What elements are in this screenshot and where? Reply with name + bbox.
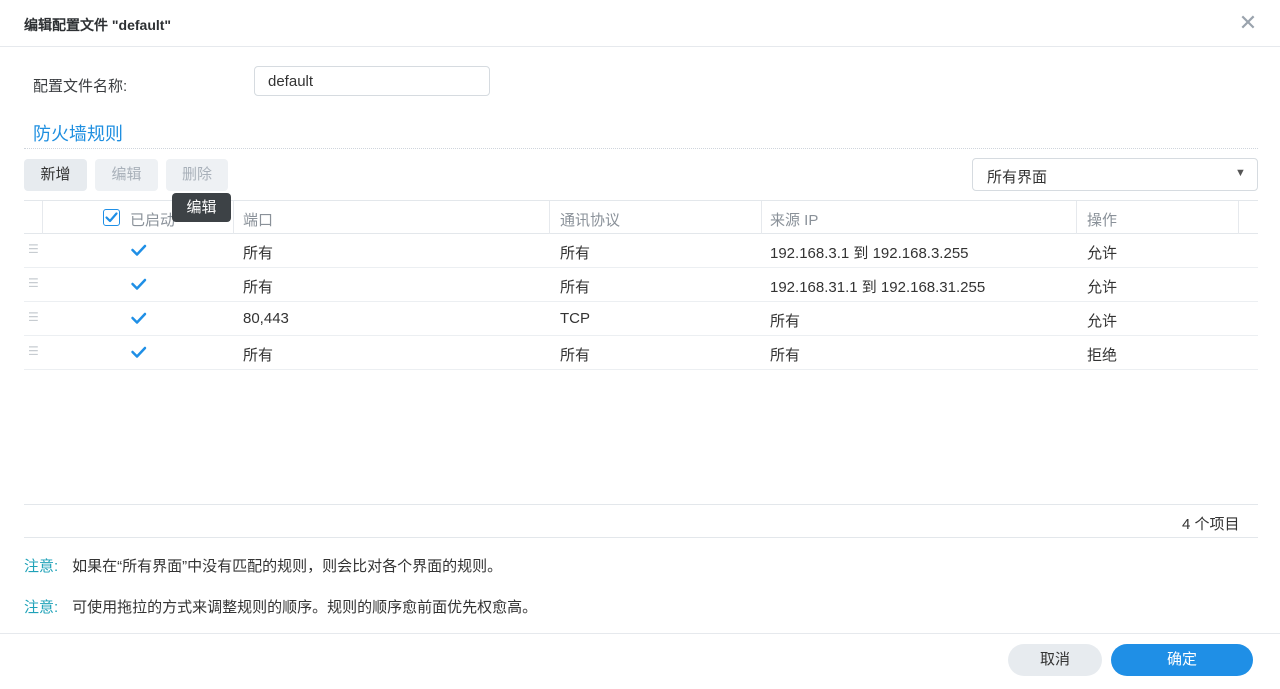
ok-button[interactable]: 确定 xyxy=(1111,644,1253,676)
header-enabled[interactable]: 已启动 xyxy=(130,209,175,230)
header-action[interactable]: 操作 xyxy=(1087,209,1117,230)
add-button[interactable]: 新增 xyxy=(24,159,87,191)
cell-port: 80,443 xyxy=(243,310,289,327)
item-count: 4 个项目 xyxy=(1182,516,1240,533)
cell-port: 所有 xyxy=(243,279,274,296)
drag-handle-icon[interactable]: ☰ xyxy=(28,242,39,256)
table-row[interactable]: ☰ 所有 所有 所有 拒绝 xyxy=(24,336,1258,370)
table-row[interactable]: ☰ 80,443 TCP 所有 允许 xyxy=(24,302,1258,336)
drag-handle-icon[interactable]: ☰ xyxy=(28,310,39,324)
check-icon xyxy=(131,244,147,256)
note-text: 如果在“所有界面”中没有匹配的规则，则会比对各个界面的规则。 xyxy=(72,558,503,575)
cell-source-ip: 192.168.3.1 到 192.168.3.255 xyxy=(770,245,969,262)
section-title: 防火墙规则 xyxy=(33,124,123,144)
cell-protocol: TCP xyxy=(560,310,590,327)
caret-down-icon: ▼ xyxy=(1235,167,1246,179)
check-icon xyxy=(131,312,147,324)
column-separator xyxy=(42,201,43,234)
cell-action: 允许 xyxy=(1087,313,1118,330)
column-separator xyxy=(549,201,550,234)
check-icon xyxy=(105,212,118,223)
table-row[interactable]: ☰ 所有 所有 192.168.31.1 到 192.168.31.255 允许 xyxy=(24,268,1258,302)
drag-handle-icon[interactable]: ☰ xyxy=(28,276,39,290)
drag-handle-icon[interactable]: ☰ xyxy=(28,344,39,358)
cancel-button[interactable]: 取消 xyxy=(1008,644,1102,676)
interface-select[interactable]: 所有界面 ▼ xyxy=(972,158,1258,191)
row-enabled-checkbox[interactable] xyxy=(130,310,147,327)
cell-protocol: 所有 xyxy=(560,347,591,364)
header-protocol[interactable]: 通讯协议 xyxy=(560,209,620,230)
check-icon xyxy=(131,346,147,358)
rules-table: 已启动 端口 通讯协议 来源 IP 操作 ☰ 所有 所有 192.168.3.1… xyxy=(24,200,1258,504)
check-icon xyxy=(131,278,147,290)
dialog-titlebar: 编辑配置文件 "default" ✕ xyxy=(0,0,1280,47)
column-separator xyxy=(1238,201,1239,234)
cell-source-ip: 192.168.31.1 到 192.168.31.255 xyxy=(770,279,986,296)
section-divider xyxy=(24,148,1258,149)
header-port[interactable]: 端口 xyxy=(243,209,273,230)
cell-action: 拒绝 xyxy=(1087,347,1118,364)
note-2: 注意: 可使用拖拉的方式来调整规则的顺序。规则的顺序愈前面优先权愈高。 xyxy=(24,596,537,617)
column-separator xyxy=(233,201,234,234)
cell-port: 所有 xyxy=(243,347,274,364)
header-enabled-checkbox[interactable] xyxy=(103,209,120,226)
column-separator xyxy=(761,201,762,234)
table-bottom-border xyxy=(24,504,1258,505)
count-divider xyxy=(24,537,1258,538)
cell-action: 允许 xyxy=(1087,279,1118,296)
profile-name-input[interactable] xyxy=(254,66,490,96)
header-source-ip[interactable]: 来源 IP xyxy=(770,209,818,230)
cell-protocol: 所有 xyxy=(560,279,591,296)
row-enabled-checkbox[interactable] xyxy=(130,242,147,259)
edit-button[interactable]: 编辑 xyxy=(95,159,158,191)
cell-action: 允许 xyxy=(1087,245,1118,262)
profile-name-label: 配置文件名称: xyxy=(33,78,128,95)
cell-source-ip: 所有 xyxy=(770,347,801,364)
close-icon[interactable]: ✕ xyxy=(1237,12,1259,34)
row-enabled-checkbox[interactable] xyxy=(130,276,147,293)
table-row[interactable]: ☰ 所有 所有 192.168.3.1 到 192.168.3.255 允许 xyxy=(24,234,1258,268)
footer-divider xyxy=(0,633,1280,634)
dialog-title: 编辑配置文件 "default" xyxy=(24,17,172,33)
note-1: 注意: 如果在“所有界面”中没有匹配的规则，则会比对各个界面的规则。 xyxy=(24,555,502,576)
note-text: 可使用拖拉的方式来调整规则的顺序。规则的顺序愈前面优先权愈高。 xyxy=(72,599,538,616)
note-key: 注意: xyxy=(24,599,59,616)
delete-button[interactable]: 删除 xyxy=(166,159,228,191)
column-separator xyxy=(1076,201,1077,234)
cell-protocol: 所有 xyxy=(560,245,591,262)
cell-port: 所有 xyxy=(243,245,274,262)
row-enabled-checkbox[interactable] xyxy=(130,344,147,361)
note-key: 注意: xyxy=(24,558,59,575)
cell-source-ip: 所有 xyxy=(770,313,801,330)
interface-select-value: 所有界面 xyxy=(987,169,1048,186)
edit-tooltip: 编辑 xyxy=(172,193,231,222)
